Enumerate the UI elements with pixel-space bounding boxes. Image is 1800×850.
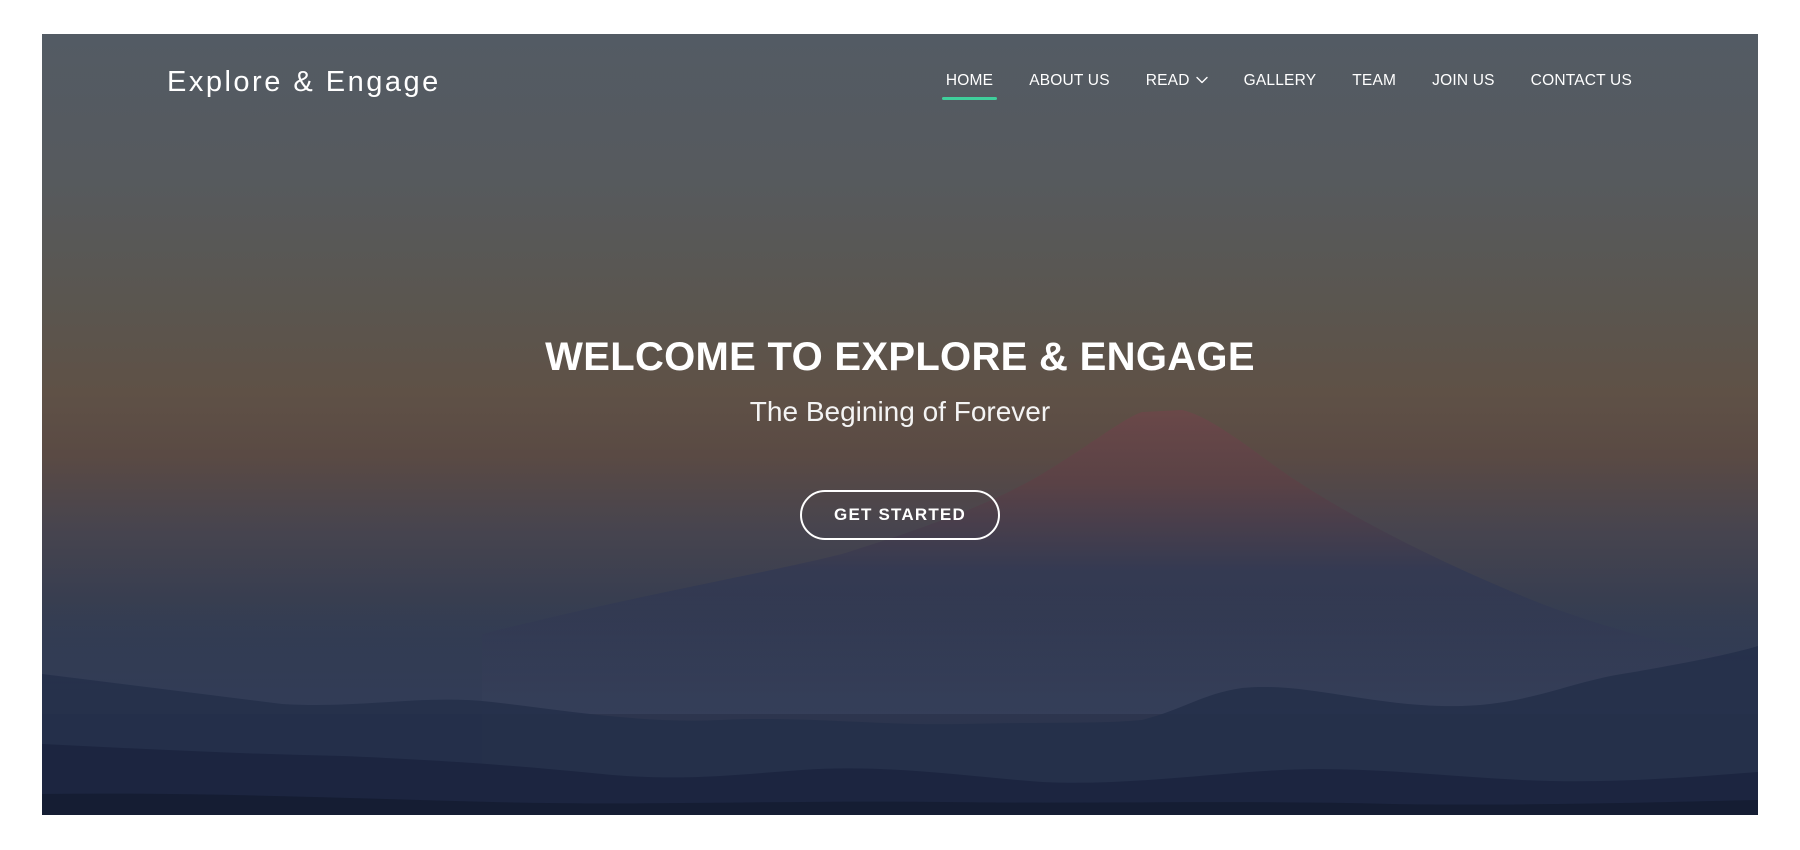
navbar: Explore & Engage HOME ABOUT US READ GALL…	[42, 34, 1758, 134]
nav-item-read[interactable]: READ	[1146, 72, 1208, 100]
site-logo[interactable]: Explore & Engage	[167, 66, 441, 99]
nav-item-home[interactable]: HOME	[941, 72, 998, 100]
nav-item-label: JOIN US	[1432, 72, 1495, 89]
nav-item-team[interactable]: TEAM	[1352, 72, 1396, 100]
chevron-down-icon	[1195, 71, 1208, 89]
hero-subtitle: The Begining of Forever	[749, 396, 1051, 427]
page: Explore & Engage HOME ABOUT US READ GALL…	[0, 0, 1800, 850]
nav-item-contact-us[interactable]: CONTACT US	[1531, 72, 1632, 100]
hero-section: Explore & Engage HOME ABOUT US READ GALL…	[42, 34, 1758, 815]
nav-item-join-us[interactable]: JOIN US	[1432, 72, 1495, 100]
nav-item-label: HOME	[945, 72, 994, 89]
get-started-button[interactable]: GET STARTED	[800, 490, 1000, 540]
nav-item-label: READ	[1145, 72, 1190, 89]
nav-item-label: TEAM	[1352, 72, 1397, 89]
hero-content: WELCOME TO EXPLORE & ENGAGE The Begining…	[42, 332, 1758, 540]
main-nav: HOME ABOUT US READ GALLERY TEAM JOIN US …	[941, 72, 1632, 100]
nav-item-label: CONTACT US	[1530, 72, 1632, 89]
nav-item-about-us[interactable]: ABOUT US	[1029, 72, 1110, 100]
nav-item-gallery[interactable]: GALLERY	[1244, 72, 1317, 100]
nav-item-label: GALLERY	[1243, 72, 1317, 89]
nav-item-label: ABOUT US	[1029, 72, 1110, 89]
hero-title: WELCOME TO EXPLORE & ENGAGE	[545, 335, 1255, 379]
